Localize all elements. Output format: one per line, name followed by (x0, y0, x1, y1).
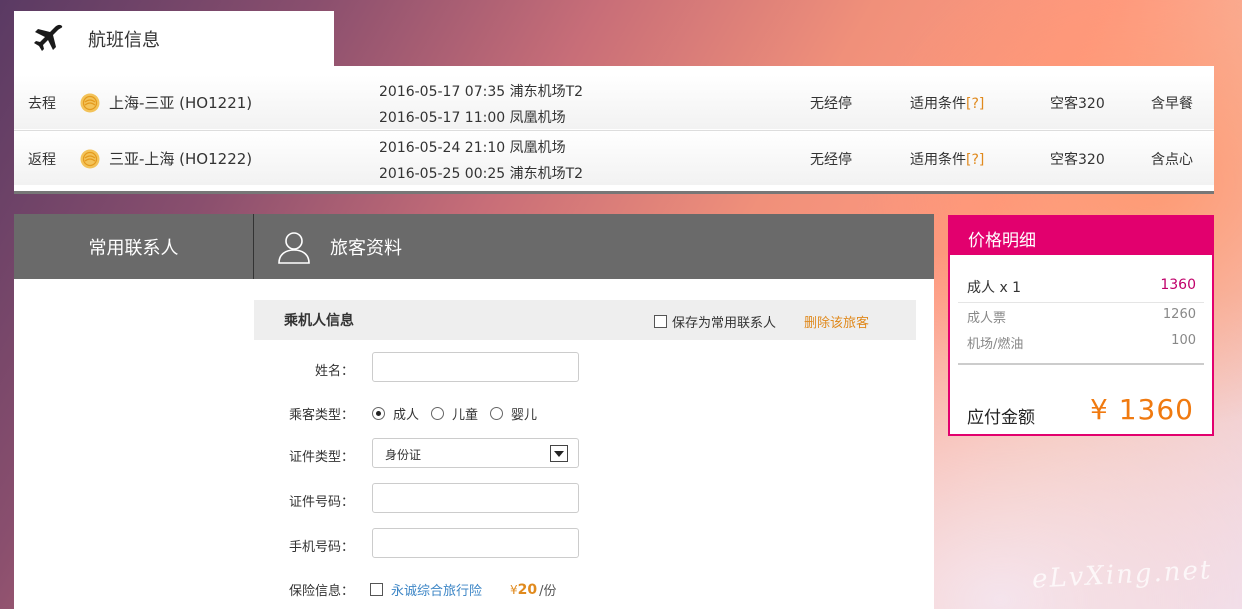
arrive-time: 2016-05-17 11:00 凤凰机场 (379, 110, 566, 126)
tab-contacts-label: 常用联系人 (88, 237, 179, 259)
user-icon (278, 231, 310, 264)
flight-direction: 返程 (28, 152, 56, 168)
insurance-label: 保险信息： (288, 584, 354, 599)
form-tabs: 常用联系人 旅客资料 (14, 214, 934, 279)
name-row: 姓名： (254, 352, 914, 388)
insurance-currency: ¥ (510, 582, 518, 597)
id-type-value: 身份证 (385, 448, 422, 462)
price-detail-title: 价格明细 (950, 217, 1212, 255)
id-type-select[interactable]: 身份证 (372, 438, 579, 468)
depart-time: 2016-05-24 21:10 凤凰机场 (379, 140, 566, 156)
save-contact-checkbox[interactable] (654, 315, 667, 328)
price-ticket-label: 成人票 (967, 311, 1007, 326)
chevron-down-icon[interactable] (550, 445, 568, 462)
id-number-label: 证件号码： (288, 495, 354, 510)
type-adult-radio[interactable] (372, 407, 385, 420)
arrive-time: 2016-05-25 00:25 浦东机场T2 (379, 166, 584, 182)
price-total-label: 应付金额 (967, 408, 1035, 428)
flight-times: 2016-05-24 21:10 凤凰机场 2016-05-25 00:25 浦… (379, 135, 583, 187)
name-input[interactable] (372, 352, 579, 382)
flight-conditions: 适用条件[?] (910, 149, 984, 169)
flight-route: 三亚-上海 (HO1222) (109, 150, 253, 168)
flight-row-outbound: 去程 上海-三亚 (HO1221) 2016-05-17 07:35 浦东机场T… (14, 75, 1214, 129)
airline-logo-icon (80, 93, 100, 113)
type-child-label: 儿童 (452, 408, 479, 423)
type-infant-option[interactable]: 婴儿 (490, 404, 537, 423)
flight-aircraft: 空客320 (1050, 96, 1105, 112)
price-adult-row: 成人 x 1 1360 (958, 277, 1204, 303)
flight-meal: 含早餐 (1151, 96, 1193, 112)
flight-aircraft: 空客320 (1050, 152, 1105, 168)
airplane-icon (34, 24, 63, 51)
price-ticket-value: 1260 (1162, 307, 1196, 322)
flight-info-title: 航班信息 (88, 30, 160, 51)
price-fuel-label: 机场/燃油 (967, 337, 1024, 352)
flight-stops: 无经停 (810, 152, 852, 168)
flight-direction: 去程 (28, 96, 56, 112)
tab-contacts[interactable]: 常用联系人 (14, 214, 254, 279)
price-adult-value: 1360 (1160, 277, 1196, 293)
insurance-unit: /份 (539, 584, 557, 599)
id-number-input[interactable] (372, 483, 579, 513)
id-number-row: 证件号码： (254, 483, 914, 519)
insurance-amount: 20 (517, 581, 538, 598)
type-child-option[interactable]: 儿童 (431, 404, 478, 423)
save-contact-label: 保存为常用联系人 (672, 316, 777, 331)
price-adult-label: 成人 x 1 (967, 280, 1022, 296)
flight-row-return: 返程 三亚-上海 (HO1222) 2016-05-24 21:10 凤凰机场 … (14, 130, 1214, 185)
id-type-row: 证件类型： 身份证 (254, 438, 914, 474)
flight-info-tab: 航班信息 (14, 11, 334, 67)
price-detail-panel: 价格明细 成人 x 1 1360 成人票 1260 机场/燃油 100 应付金额… (948, 215, 1214, 436)
passenger-form-area: 常用联系人 旅客资料 乘机人信息 保存为常用联系人 删除该旅客 姓名： 乘客类型… (14, 214, 934, 609)
conditions-label: 适用条件 (910, 96, 966, 112)
price-divider (958, 363, 1204, 365)
passenger-type-row: 乘客类型： 成人 儿童 婴儿 (254, 398, 914, 434)
site-watermark: eLvXing.net (1031, 555, 1214, 595)
airline-logo-icon (80, 149, 100, 169)
passenger-type-label: 乘客类型： (288, 408, 354, 423)
conditions-label: 适用条件 (910, 152, 966, 168)
id-type-label: 证件类型： (288, 450, 354, 465)
insurance-option: 永诚综合旅行险 ¥ 20 /份 (370, 580, 557, 599)
type-child-radio[interactable] (431, 407, 445, 420)
insurance-checkbox[interactable] (370, 583, 383, 596)
passenger-header: 乘机人信息 保存为常用联系人 删除该旅客 (254, 300, 916, 340)
name-label: 姓名： (314, 364, 354, 379)
passenger-type-radios: 成人 儿童 婴儿 (372, 404, 537, 423)
flight-conditions: 适用条件[?] (910, 93, 984, 113)
phone-row: 手机号码： (254, 528, 914, 564)
insurance-name-link[interactable]: 永诚综合旅行险 (391, 580, 482, 599)
conditions-link[interactable]: [?] (966, 96, 984, 112)
flight-list: 去程 上海-三亚 (HO1221) 2016-05-17 07:35 浦东机场T… (14, 66, 1214, 194)
flight-meal: 含点心 (1151, 152, 1193, 168)
type-adult-option[interactable]: 成人 (372, 404, 419, 423)
insurance-row: 保险信息： 永诚综合旅行险 ¥ 20 /份 (254, 574, 914, 609)
conditions-link[interactable]: [?] (966, 152, 984, 168)
phone-input[interactable] (372, 528, 579, 558)
flight-stops: 无经停 (810, 96, 852, 112)
type-infant-label: 婴儿 (511, 408, 538, 423)
save-contact-option[interactable]: 保存为常用联系人 (654, 312, 776, 331)
flight-times: 2016-05-17 07:35 浦东机场T2 2016-05-17 11:00… (379, 79, 583, 131)
phone-label: 手机号码： (288, 540, 354, 555)
type-infant-radio[interactable] (490, 407, 504, 420)
depart-time: 2016-05-17 07:35 浦东机场T2 (379, 84, 584, 100)
type-adult-label: 成人 (393, 408, 420, 423)
price-fuel-value: 100 (1171, 333, 1196, 348)
price-total-value: ¥ 1360 (1090, 393, 1194, 426)
passenger-header-title: 乘机人信息 (284, 313, 354, 329)
flight-route: 上海-三亚 (HO1221) (109, 94, 253, 112)
delete-passenger-link[interactable]: 删除该旅客 (804, 312, 869, 331)
tab-traveler-info-label: 旅客资料 (330, 237, 402, 259)
tab-traveler-info[interactable]: 旅客资料 (254, 214, 402, 279)
